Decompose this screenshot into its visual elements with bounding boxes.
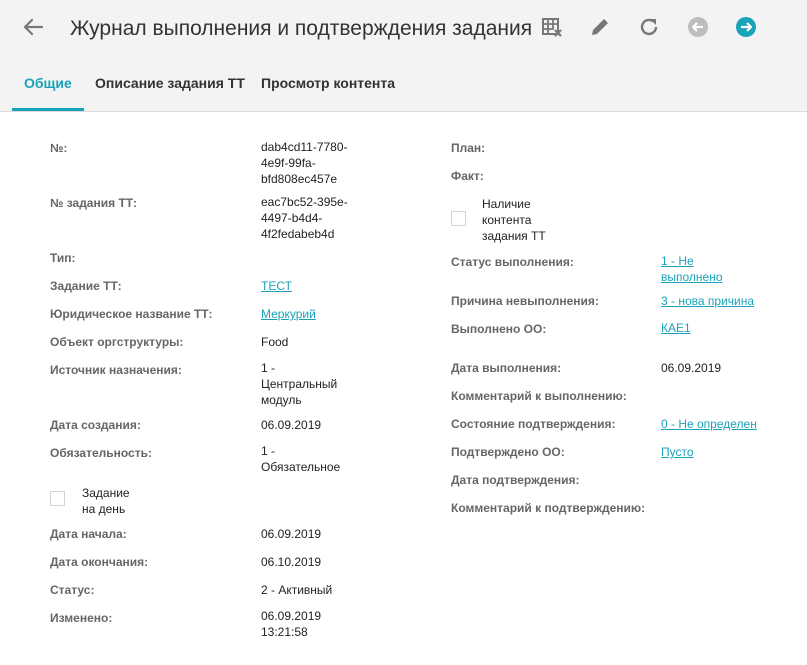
changed-label: Изменено: <box>50 611 113 625</box>
exec-date-label: Дата выполнения: <box>451 361 562 375</box>
tab-content-view[interactable]: Просмотр контента <box>261 60 395 108</box>
reason-label: Причина невыполнения: <box>451 294 599 308</box>
previous-record-icon[interactable] <box>686 15 710 39</box>
exec-status-link[interactable]: 1 - Не выполнено <box>661 253 741 285</box>
source-label: Источник назначения: <box>50 363 182 377</box>
start-date-label: Дата начала: <box>50 527 127 541</box>
end-date-label: Дата окончания: <box>50 555 149 569</box>
edit-pencil-icon[interactable] <box>588 15 612 39</box>
confirm-state-label: Состояние подтверждения: <box>451 417 616 431</box>
org-object-value: Food <box>261 335 289 349</box>
confirmed-oo-link[interactable]: Пусто <box>661 444 694 460</box>
confirm-date-label: Дата подтверждения: <box>451 473 580 487</box>
fact-label: Факт: <box>451 169 484 183</box>
source-value: 1 - Центральный модуль <box>261 361 338 407</box>
plan-label: План: <box>451 141 486 155</box>
number-label: №: <box>50 141 68 155</box>
confirmed-oo-label: Подтверждено ОО: <box>451 445 565 459</box>
exec-date-value: 06.09.2019 <box>661 361 722 375</box>
obligation-value: 1 - Обязательное <box>261 444 341 474</box>
table-delete-icon[interactable] <box>540 15 564 39</box>
number-value: dab4cd11-7780-4e9f-99fa-bfd808ec457e <box>261 140 348 186</box>
day-task-checkbox[interactable] <box>50 491 65 506</box>
done-oo-label: Выполнено ОО: <box>451 322 547 336</box>
type-label: Тип: <box>50 251 76 265</box>
content-available-checkbox[interactable] <box>451 211 466 226</box>
exec-status-label: Статус выполнения: <box>451 255 574 269</box>
task-tt-number-label: № задания ТТ: <box>50 196 137 210</box>
done-oo-link[interactable]: КАЕ1 <box>661 320 691 336</box>
status-label: Статус: <box>50 583 95 597</box>
header-bar: Журнал выполнения и подтверждения задани… <box>0 0 807 112</box>
legal-name-label: Юридическое название ТТ: <box>50 307 213 321</box>
confirm-comment-label: Комментарий к подтверждению: <box>451 501 646 515</box>
refresh-icon[interactable] <box>637 15 661 39</box>
exec-comment-label: Комментарий к выполнению: <box>451 389 627 403</box>
task-tt-label: Задание ТТ: <box>50 279 122 293</box>
start-date-value: 06.09.2019 <box>261 527 322 541</box>
tab-task-description[interactable]: Описание задания ТТ <box>95 60 245 108</box>
status-value: 2 - Активный <box>261 583 333 597</box>
changed-value: 06.09.2019 13:21:58 <box>261 609 322 639</box>
org-object-label: Объект оргструктуры: <box>50 335 184 349</box>
task-tt-link[interactable]: ТЕСТ <box>261 278 292 294</box>
obligation-label: Обязательность: <box>50 446 152 460</box>
task-tt-number-value: eac7bc52-395e-4497-b4d4-4f2fedabeb4d <box>261 195 348 241</box>
end-date-value: 06.10.2019 <box>261 555 322 569</box>
legal-name-link[interactable]: Меркурий <box>261 306 316 322</box>
confirm-state-link[interactable]: 0 - Не определен <box>661 416 757 432</box>
content-available-label: Наличие контента задания ТТ <box>482 197 546 243</box>
created-date-value: 06.09.2019 <box>261 418 322 432</box>
next-record-icon[interactable] <box>734 15 758 39</box>
reason-link[interactable]: 3 - нова причина <box>661 293 754 309</box>
created-date-label: Дата создания: <box>50 418 141 432</box>
tab-general[interactable]: Общие <box>12 60 84 111</box>
page-title: Журнал выполнения и подтверждения задани… <box>70 17 533 40</box>
day-task-label: Задание на день <box>82 486 130 516</box>
back-arrow-icon[interactable] <box>22 16 44 38</box>
